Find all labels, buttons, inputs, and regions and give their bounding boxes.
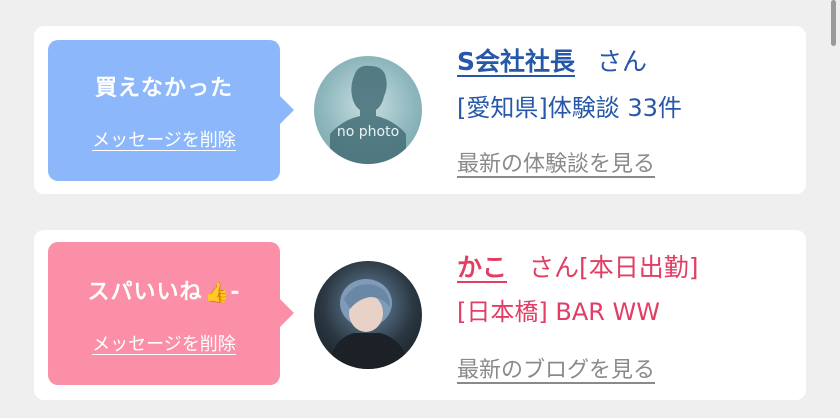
thumbs-up-icon: 👍 [204, 280, 231, 304]
message-card: スパいいね 👍- メッセージを削除 かこ さん[本日出勤] [日本橋] BAR WW… [34, 230, 806, 400]
member-name-link[interactable]: かこ [457, 253, 507, 282]
delete-message-link[interactable]: メッセージを削除 [48, 126, 280, 152]
avatar-caption: no photo [337, 124, 399, 140]
avatar[interactable] [314, 261, 422, 369]
location-text: [日本橋] BAR WW [457, 298, 661, 326]
message-bubble: スパいいね 👍- メッセージを削除 [48, 242, 294, 385]
name-line: かこ さん[本日出勤] [457, 248, 699, 284]
message-bubble: 買えなかった メッセージを削除 [48, 40, 294, 181]
message-suffix: - [230, 280, 241, 305]
scrollbar[interactable] [831, 0, 836, 46]
delete-message-link[interactable]: メッセージを削除 [48, 330, 280, 356]
location-text: [愛知県]体験談 33件 [457, 94, 682, 122]
member-name-link[interactable]: S会社社長 [457, 47, 575, 76]
message-text-line: スパいいね 👍- [48, 274, 280, 306]
latest-posts-link[interactable]: 最新の体験談を見る [457, 146, 655, 178]
profile-photo [328, 279, 410, 369]
honorific: さん [597, 47, 648, 76]
message-text: スパいいね [87, 280, 203, 305]
no-photo-silhouette-icon: no photo [330, 65, 406, 164]
message-card: 買えなかった メッセージを削除 no photo S会社社長 さん [愛知県]体験… [34, 26, 806, 194]
honorific-status: さん[本日出勤] [529, 253, 699, 282]
name-line: S会社社長 さん [457, 42, 647, 78]
avatar[interactable]: no photo [314, 56, 422, 164]
latest-blog-link[interactable]: 最新のブログを見る [457, 352, 655, 384]
message-text: 買えなかった [94, 76, 233, 101]
